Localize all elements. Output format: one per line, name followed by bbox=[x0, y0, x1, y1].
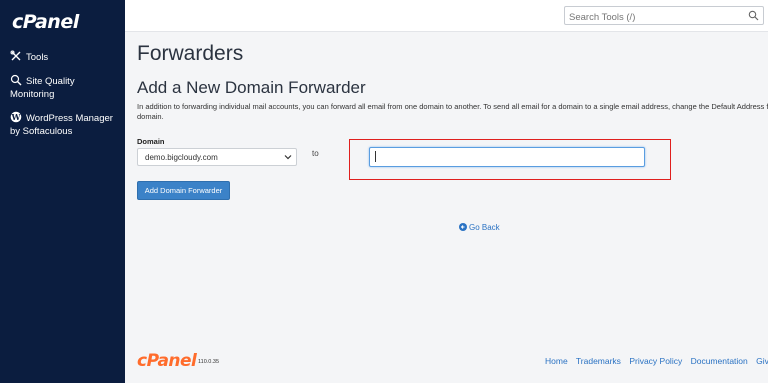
domain-select[interactable]: demo.bigcloudy.com bbox=[137, 148, 297, 166]
sidebar-item-site-quality-monitoring[interactable]: Site Quality Monitoring bbox=[0, 74, 125, 101]
svg-text:W: W bbox=[11, 112, 22, 122]
chevron-down-icon bbox=[284, 155, 292, 160]
text-cursor bbox=[375, 151, 376, 162]
main-content: Forwarders Add a New Domain Forwarder In… bbox=[137, 32, 768, 383]
description-text: In addition to forwarding individual mai… bbox=[137, 102, 768, 121]
section-title: Add a New Domain Forwarder bbox=[137, 78, 366, 97]
footer-link-home[interactable]: Home bbox=[545, 356, 568, 366]
footer-link-documentation[interactable]: Documentation bbox=[691, 356, 748, 366]
search-box bbox=[564, 6, 764, 26]
magnifier-icon bbox=[10, 74, 22, 86]
footer-cpanel-logo: cPanel bbox=[137, 351, 197, 371]
arrow-left-circle-icon bbox=[459, 223, 467, 231]
wordpress-icon: W bbox=[11, 111, 22, 123]
version-number: 110.0.35 bbox=[198, 359, 220, 365]
to-label: to bbox=[312, 149, 319, 158]
sidebar-item-label: WordPress Manager by Softaculous bbox=[10, 113, 113, 137]
domain-label: Domain bbox=[137, 137, 165, 146]
go-back-link[interactable]: Go Back bbox=[459, 223, 500, 232]
sidebar-nav: Tools Site Quality Monitoring W WordPress… bbox=[0, 50, 125, 148]
footer-link-give-feedback[interactable]: Give Feedback bbox=[756, 356, 768, 366]
sidebar-item-tools[interactable]: Tools bbox=[0, 50, 125, 64]
domain-select-value: demo.bigcloudy.com bbox=[145, 153, 218, 162]
cpanel-logo[interactable]: cPanel bbox=[12, 11, 79, 33]
tools-icon bbox=[10, 50, 21, 61]
add-domain-forwarder-button[interactable]: Add Domain Forwarder bbox=[137, 181, 230, 200]
top-bar bbox=[125, 0, 768, 32]
footer-links: Home Trademarks Privacy Policy Documenta… bbox=[545, 356, 768, 366]
search-input[interactable] bbox=[565, 9, 743, 26]
sidebar: cPanel Tools Site Quality Monitoring W Wo… bbox=[0, 0, 125, 383]
sidebar-item-wordpress-manager[interactable]: W WordPress Manager by Softaculous bbox=[0, 111, 125, 138]
search-icon[interactable] bbox=[748, 10, 759, 21]
footer-link-trademarks[interactable]: Trademarks bbox=[576, 356, 621, 366]
go-back-label: Go Back bbox=[469, 223, 500, 232]
footer-link-privacy-policy[interactable]: Privacy Policy bbox=[629, 356, 682, 366]
sidebar-item-label: Tools bbox=[26, 52, 49, 63]
destination-domain-input[interactable] bbox=[369, 147, 645, 167]
page-title: Forwarders bbox=[137, 42, 244, 65]
